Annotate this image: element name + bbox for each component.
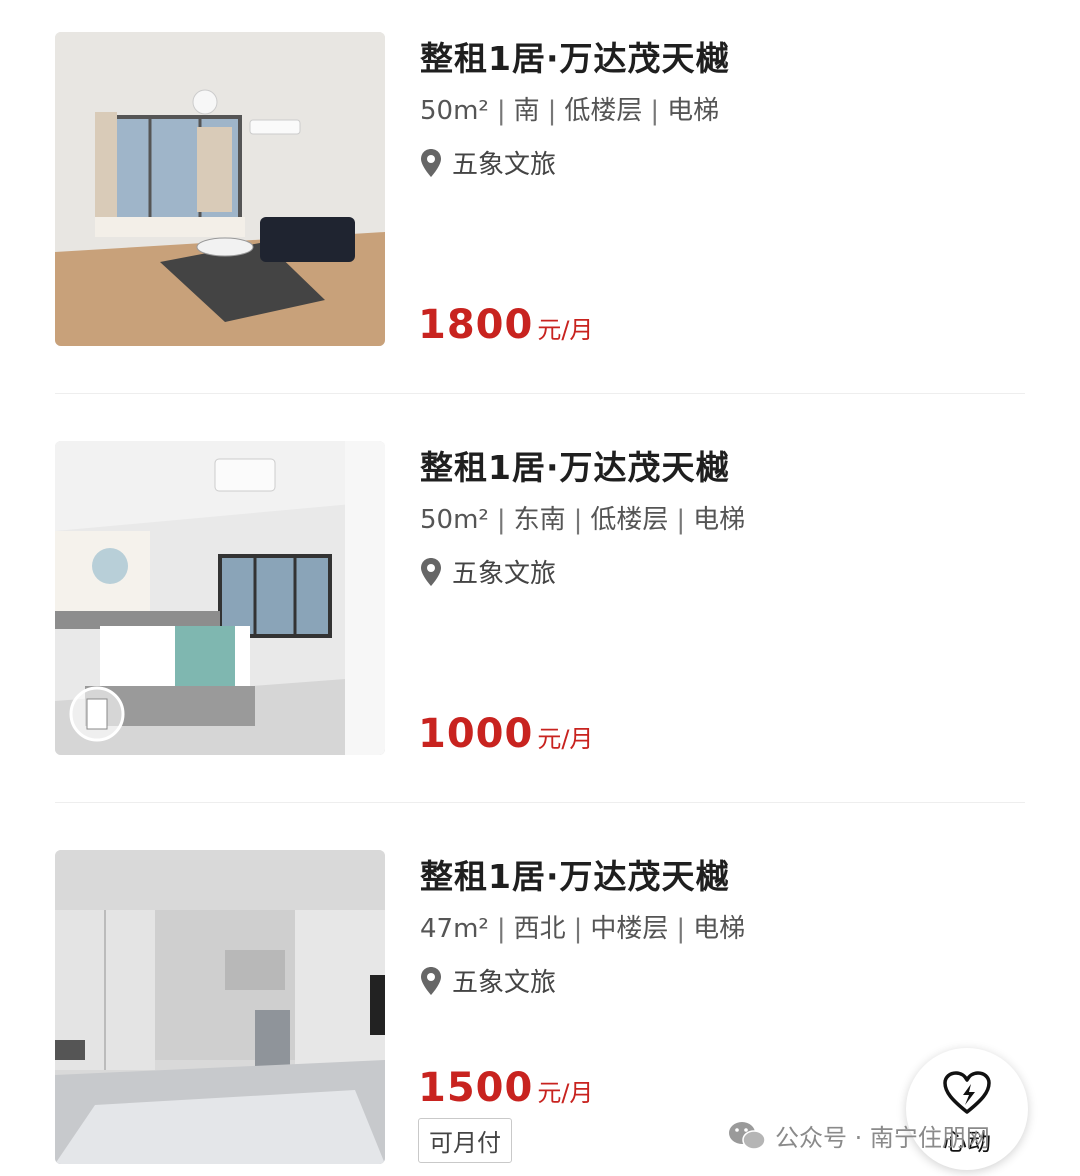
spec-separator: |: [496, 505, 506, 535]
listing-area: 47m²: [420, 914, 489, 944]
listing-orientation: 东南: [513, 505, 566, 535]
listing-price: 1500 元/月: [418, 1065, 593, 1111]
listing-title[interactable]: 整租1居·万达茂天樾: [420, 32, 730, 80]
divider: [55, 802, 1025, 803]
listing-specs: 47m² | 西北 | 中楼层 | 电梯: [420, 908, 745, 945]
listing-orientation: 南: [513, 96, 540, 126]
listing-location-text: 五象文旅: [452, 559, 557, 589]
spec-separator: |: [676, 505, 686, 535]
listing-floor: 中楼层: [590, 914, 669, 944]
listing-list: 整租1居·万达茂天樾 50m² | 南 | 低楼层 | 电梯 五象文旅 1800 元/月: [0, 0, 1080, 1176]
payment-tag: 可月付: [418, 1118, 512, 1163]
price-unit: 元/月: [537, 725, 594, 753]
listing-floor: 低楼层: [590, 505, 669, 535]
listing-card[interactable]: 整租1居·万达茂天樾 50m² | 南 | 低楼层 | 电梯 五象文旅 1800 元/月: [0, 32, 1080, 392]
listing-location-text: 五象文旅: [452, 968, 557, 998]
price-unit: 元/月: [537, 1079, 594, 1107]
listing-area: 50m²: [420, 505, 489, 535]
spec-separator: |: [496, 96, 506, 126]
listing-specs: 50m² | 东南 | 低楼层 | 电梯: [420, 499, 745, 536]
listing-price: 1000 元/月: [418, 711, 593, 757]
spec-separator: |: [496, 914, 506, 944]
listing-card[interactable]: 整租1居·万达茂天樾 50m² | 东南 | 低楼层 | 电梯 五象文旅 1000 元/月: [0, 441, 1080, 801]
listing-price: 1800 元/月: [418, 302, 593, 348]
listing-elevator: 电梯: [693, 914, 746, 944]
listing-elevator: 电梯: [667, 96, 720, 126]
watermark: 公众号 · 南宁住朋网: [727, 1118, 990, 1153]
listing-orientation: 西北: [513, 914, 566, 944]
price-value: 1500: [418, 1065, 534, 1111]
divider: [55, 393, 1025, 394]
price-value: 1000: [418, 711, 534, 757]
price-value: 1800: [418, 302, 534, 348]
listing-title[interactable]: 整租1居·万达茂天樾: [420, 850, 730, 898]
spec-separator: |: [650, 96, 660, 126]
location-pin-icon: [421, 148, 441, 177]
location-pin-icon: [421, 557, 441, 586]
wechat-icon: [729, 1121, 766, 1150]
listing-location-text: 五象文旅: [452, 150, 557, 180]
price-unit: 元/月: [537, 316, 594, 344]
watermark-text: 公众号 · 南宁住朋网: [775, 1124, 990, 1152]
listing-title[interactable]: 整租1居·万达茂天樾: [420, 441, 730, 489]
listing-location: 五象文旅: [420, 144, 556, 181]
location-pin-icon: [421, 966, 441, 995]
heart-bolt-icon: [943, 1071, 991, 1114]
listing-floor: 低楼层: [564, 96, 643, 126]
listing-elevator: 电梯: [693, 505, 746, 535]
spec-separator: |: [547, 96, 557, 126]
listing-location: 五象文旅: [420, 553, 556, 590]
spec-separator: |: [676, 914, 686, 944]
spec-separator: |: [573, 505, 583, 535]
listing-area: 50m²: [420, 96, 489, 126]
listing-location: 五象文旅: [420, 962, 556, 999]
spec-separator: |: [573, 914, 583, 944]
listing-photo[interactable]: [55, 32, 385, 346]
listing-specs: 50m² | 南 | 低楼层 | 电梯: [420, 90, 719, 127]
listing-photo[interactable]: [55, 850, 385, 1164]
listing-photo[interactable]: [55, 441, 385, 755]
